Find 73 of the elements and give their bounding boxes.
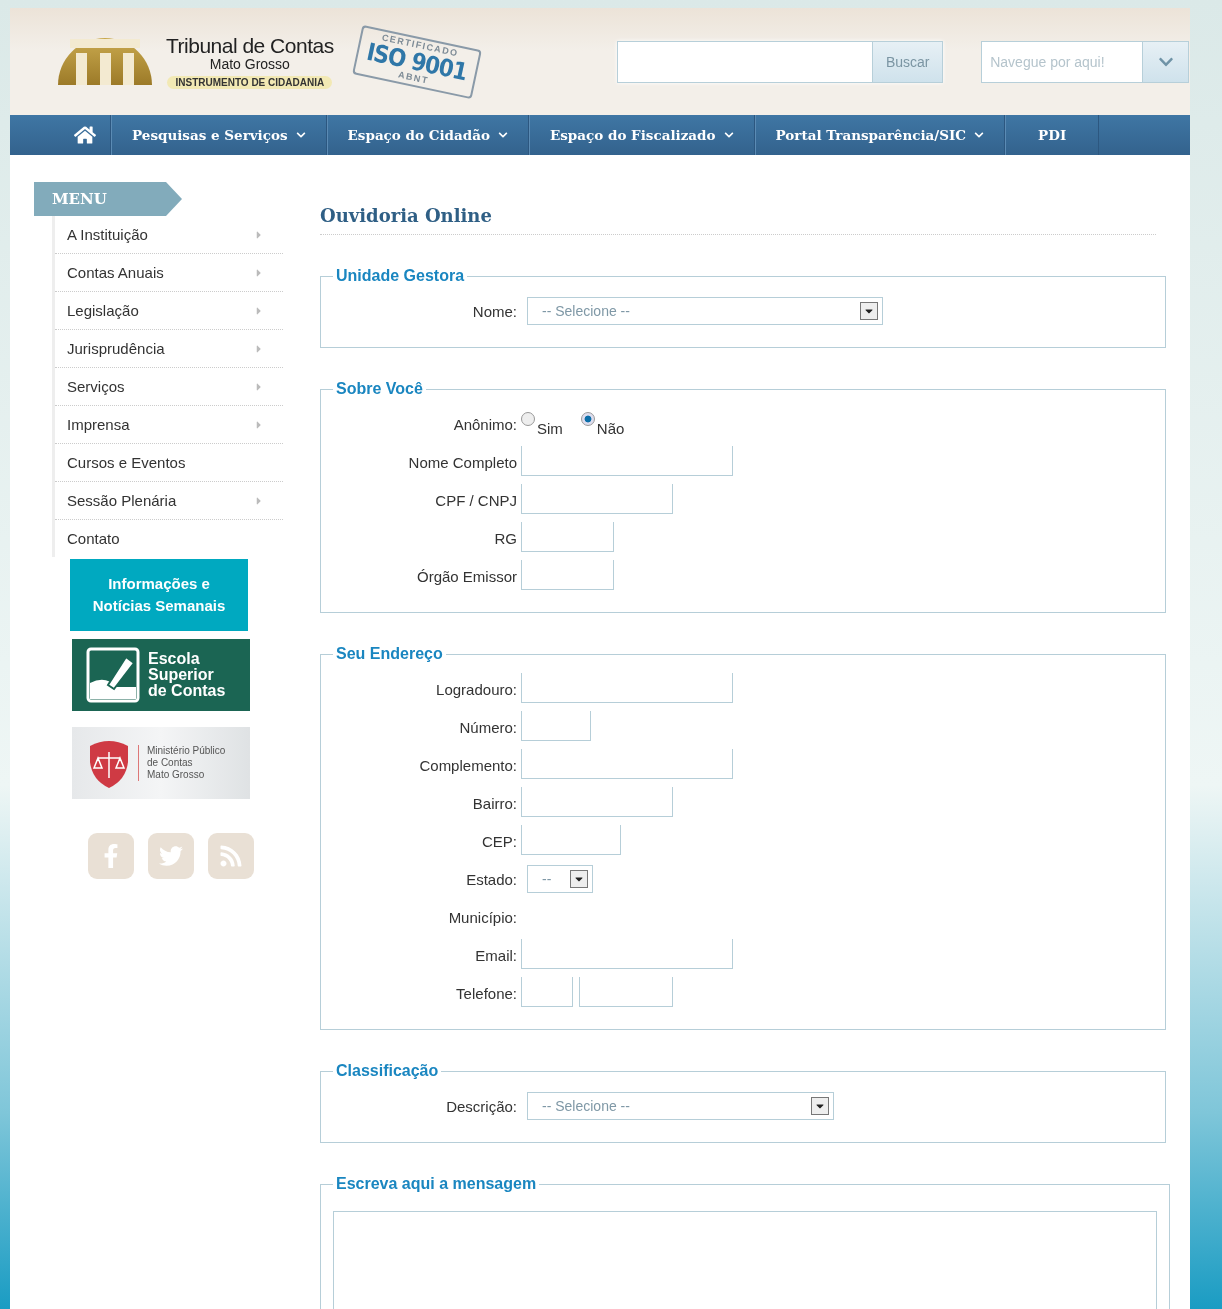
text-field[interactable] [521,939,733,969]
sidebar-menu-item[interactable]: Contas Anuais [55,254,283,292]
section-legend: Seu Endereço [333,645,446,663]
site-title: Tribunal de Contas [166,34,334,58]
navigate-select[interactable]: Navegue por aqui! [981,40,1190,83]
section-legend: Unidade Gestora [333,267,468,285]
text-field[interactable] [521,522,614,552]
field-label: Complemento: [418,756,518,774]
school-banner[interactable]: Escola Superior de Contas [72,639,250,711]
nav-menu-item[interactable]: Portal Transparência/SIC [754,115,1006,155]
site-tagline: INSTRUMENTO DE CIDADANIA [167,76,333,89]
field-label: Município: [447,908,518,926]
home-icon [74,124,96,146]
field-label: Anônimo: [452,415,518,433]
text-field[interactable] [521,825,621,855]
ministry-banner[interactable]: Ministério Público de Contas Mato Grosso [72,727,250,799]
sidebar-menu-item[interactable]: Contato [55,520,283,557]
field-label: Órgão Emissor [415,567,518,585]
page-title: Ouvidoria Online [320,205,1156,235]
field-label: CEP: [481,832,518,850]
scales-shield-icon [88,738,130,788]
text-field[interactable] [521,749,733,779]
radio-option[interactable]: Sim [521,408,563,437]
text-field[interactable] [521,977,573,1007]
radio-icon[interactable] [580,412,595,426]
field-label: Email: [474,946,518,964]
field-label: RG [493,529,518,547]
nav-menu-item[interactable]: Espaço do Fiscalizado [528,115,755,155]
field-label: Estado: [465,870,518,888]
rss-feed-icon [219,844,243,868]
text-field[interactable] [521,787,673,817]
dropdown-button[interactable] [1142,41,1189,82]
nav-menu-item[interactable]: Pesquisas e Serviços [111,115,327,155]
field-label: Número: [458,718,518,736]
sidebar-menu-item[interactable]: Imprensa [55,406,283,444]
sidebar-menu-item[interactable]: Sessão Plenária [55,482,283,520]
section-legend: Sobre Você [333,380,426,398]
sidebar-menu-item[interactable]: Legislação [55,292,283,330]
rss-link[interactable] [208,833,254,879]
field-label: Descrição: [445,1097,518,1115]
field-label: Logradouro: [435,680,518,698]
field-label: Bairro: [471,794,518,812]
facebook-link[interactable] [88,833,134,879]
sidebar-menu-item[interactable]: Cursos e Eventos [55,444,283,482]
twitter-link[interactable] [148,833,194,879]
text-field[interactable] [521,484,673,514]
caret-icon [570,870,588,888]
radio-icon[interactable] [521,412,535,426]
twitter-icon [159,844,183,868]
text-field[interactable] [521,560,614,590]
field-label: Telefone: [455,984,518,1002]
sidebar-menu-item[interactable]: A Instituição [55,216,283,254]
caret-icon [860,302,878,320]
nav-menu-item[interactable]: Espaço do Cidadão [326,115,529,155]
text-field[interactable] [521,446,733,476]
radio-option[interactable]: Não [580,408,625,437]
pencil-icon [86,647,140,703]
section-legend: Escreva aqui a mensagem [333,1175,540,1193]
site-subtitle: Mato Grosso [209,56,290,72]
caret-icon [811,1097,829,1115]
nav-menu-item[interactable]: PDI [1005,115,1100,155]
sidebar-menu-item[interactable]: Serviços [55,368,283,406]
section-legend: Classificação [333,1062,442,1080]
text-field[interactable] [521,711,591,741]
columns-logo-icon [58,37,152,86]
message-field[interactable] [333,1211,1157,1309]
text-field[interactable] [521,673,733,703]
field-label: Nome Completo [407,453,518,471]
sidebar-menu-item[interactable]: Jurisprudência [55,330,283,368]
text-field[interactable] [579,977,673,1007]
field-label: CPF / CNPJ [434,491,518,509]
field-label: Nome: [471,302,518,320]
menu-heading: MENU [34,182,182,216]
